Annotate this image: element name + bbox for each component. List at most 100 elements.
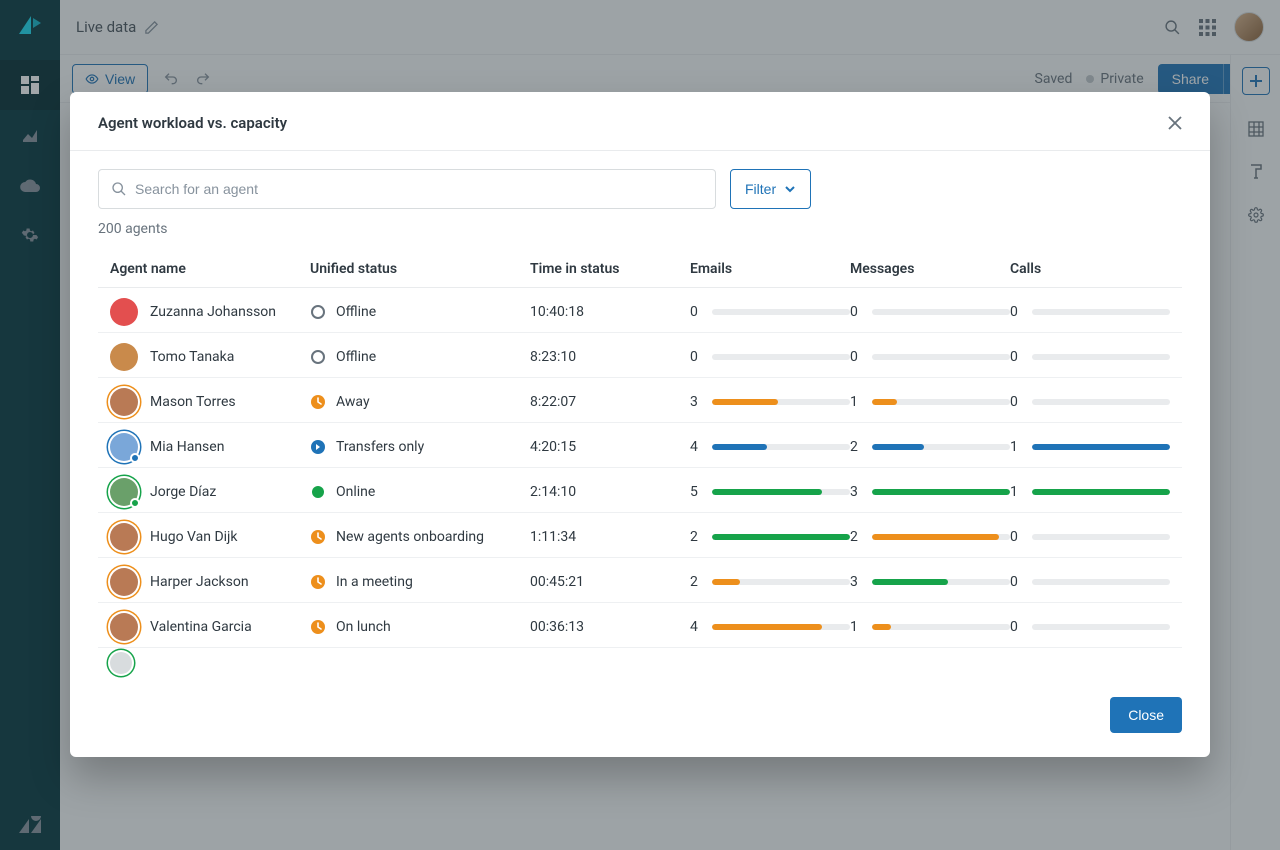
metric-cell: 2 bbox=[850, 439, 1010, 455]
metric-cell: 0 bbox=[1010, 394, 1170, 410]
status-icon bbox=[310, 304, 326, 320]
time-cell: 10:40:18 bbox=[530, 304, 690, 320]
metric-cell: 0 bbox=[1010, 574, 1170, 590]
metric-cell: 0 bbox=[1010, 529, 1170, 545]
table-row[interactable]: Jorge Díaz Online 2:14:10 5 3 1 bbox=[98, 468, 1182, 513]
agent-search-box[interactable] bbox=[98, 169, 716, 209]
time-cell: 2:14:10 bbox=[530, 484, 690, 500]
agent-cell: Tomo Tanaka bbox=[110, 343, 310, 371]
table-row[interactable]: Zuzanna Johansson Offline 10:40:18 0 0 0 bbox=[98, 288, 1182, 333]
agent-avatar bbox=[110, 433, 138, 461]
status-icon bbox=[310, 529, 326, 545]
agent-cell: Mia Hansen bbox=[110, 433, 310, 461]
time-cell: 00:45:21 bbox=[530, 574, 690, 590]
table-row[interactable]: Tomo Tanaka Offline 8:23:10 0 0 0 bbox=[98, 333, 1182, 378]
agent-cell: Zuzanna Johansson bbox=[110, 298, 310, 326]
agent-name: Hugo Van Dijk bbox=[150, 529, 237, 545]
metric-cell: 1 bbox=[850, 619, 1010, 635]
time-cell: 8:23:10 bbox=[530, 349, 690, 365]
agent-cell: Harper Jackson bbox=[110, 568, 310, 596]
agent-avatar bbox=[110, 568, 138, 596]
modal-header: Agent workload vs. capacity bbox=[70, 92, 1210, 151]
status-icon bbox=[310, 439, 326, 455]
metric-cell: 1 bbox=[850, 394, 1010, 410]
time-cell: 4:20:15 bbox=[530, 439, 690, 455]
status-cell: Offline bbox=[310, 304, 530, 320]
status-icon bbox=[310, 484, 326, 500]
metric-cell: 0 bbox=[1010, 349, 1170, 365]
metric-cell: 2 bbox=[690, 574, 850, 590]
metric-cell: 0 bbox=[690, 304, 850, 320]
agent-workload-modal: Agent workload vs. capacity Filter 200 a… bbox=[70, 92, 1210, 757]
agent-avatar bbox=[110, 388, 138, 416]
close-icon[interactable] bbox=[1168, 116, 1182, 130]
agent-avatar bbox=[110, 613, 138, 641]
metric-cell: 0 bbox=[1010, 304, 1170, 320]
table-row[interactable]: Mason Torres Away 8:22:07 3 1 0 bbox=[98, 378, 1182, 423]
metric-cell: 1 bbox=[1010, 439, 1170, 455]
metric-cell: 1 bbox=[1010, 484, 1170, 500]
metric-cell: 3 bbox=[690, 394, 850, 410]
metric-cell: 0 bbox=[850, 349, 1010, 365]
agent-name: Valentina Garcia bbox=[150, 619, 252, 635]
status-cell: Online bbox=[310, 484, 530, 500]
col-calls: Calls bbox=[1010, 261, 1170, 277]
metric-cell: 2 bbox=[690, 529, 850, 545]
col-status: Unified status bbox=[310, 261, 530, 277]
agent-search-input[interactable] bbox=[135, 181, 703, 197]
col-messages: Messages bbox=[850, 261, 1010, 277]
table-header: Agent name Unified status Time in status… bbox=[98, 251, 1182, 288]
filter-label: Filter bbox=[745, 181, 776, 197]
table-row[interactable]: Valentina Garcia On lunch 00:36:13 4 1 0 bbox=[98, 603, 1182, 648]
agent-table: Agent name Unified status Time in status… bbox=[98, 251, 1182, 662]
time-cell: 8:22:07 bbox=[530, 394, 690, 410]
status-icon bbox=[310, 619, 326, 635]
search-icon bbox=[111, 181, 127, 197]
col-time: Time in status bbox=[530, 261, 690, 277]
metric-cell: 4 bbox=[690, 619, 850, 635]
agent-avatar bbox=[110, 523, 138, 551]
table-row[interactable]: Hugo Van Dijk New agents onboarding 1:11… bbox=[98, 513, 1182, 558]
status-cell: Offline bbox=[310, 349, 530, 365]
status-cell: Away bbox=[310, 394, 530, 410]
metric-cell: 0 bbox=[1010, 619, 1170, 635]
table-row[interactable]: Mia Hansen Transfers only 4:20:15 4 2 1 bbox=[98, 423, 1182, 468]
col-agent: Agent name bbox=[110, 261, 310, 277]
agent-avatar bbox=[110, 343, 138, 371]
filter-button[interactable]: Filter bbox=[730, 169, 811, 209]
time-cell: 1:11:34 bbox=[530, 529, 690, 545]
agent-cell: Mason Torres bbox=[110, 388, 310, 416]
status-cell: On lunch bbox=[310, 619, 530, 635]
metric-cell: 3 bbox=[850, 574, 1010, 590]
status-icon bbox=[310, 394, 326, 410]
status-label: Offline bbox=[336, 304, 376, 320]
table-row[interactable]: Harper Jackson In a meeting 00:45:21 2 3… bbox=[98, 558, 1182, 603]
metric-cell: 0 bbox=[850, 304, 1010, 320]
modal-title: Agent workload vs. capacity bbox=[98, 114, 287, 132]
status-icon bbox=[310, 349, 326, 365]
close-button[interactable]: Close bbox=[1110, 697, 1182, 733]
metric-cell: 3 bbox=[850, 484, 1010, 500]
agent-avatar bbox=[110, 298, 138, 326]
agent-name: Mia Hansen bbox=[150, 439, 224, 455]
status-label: Transfers only bbox=[336, 439, 424, 455]
agent-name: Mason Torres bbox=[150, 394, 236, 410]
agent-count: 200 agents bbox=[98, 221, 1182, 237]
metric-cell: 4 bbox=[690, 439, 850, 455]
status-label: In a meeting bbox=[336, 574, 413, 590]
agent-name: Harper Jackson bbox=[150, 574, 249, 590]
status-cell: New agents onboarding bbox=[310, 529, 530, 545]
status-cell: In a meeting bbox=[310, 574, 530, 590]
status-label: On lunch bbox=[336, 619, 391, 635]
status-label: New agents onboarding bbox=[336, 529, 484, 545]
status-cell: Transfers only bbox=[310, 439, 530, 455]
status-label: Offline bbox=[336, 349, 376, 365]
agent-name: Jorge Díaz bbox=[150, 484, 216, 500]
chevron-down-icon bbox=[784, 183, 796, 195]
status-label: Away bbox=[336, 394, 370, 410]
time-cell: 00:36:13 bbox=[530, 619, 690, 635]
agent-name: Tomo Tanaka bbox=[150, 349, 234, 365]
metric-cell: 5 bbox=[690, 484, 850, 500]
metric-cell: 2 bbox=[850, 529, 1010, 545]
col-emails: Emails bbox=[690, 261, 850, 277]
